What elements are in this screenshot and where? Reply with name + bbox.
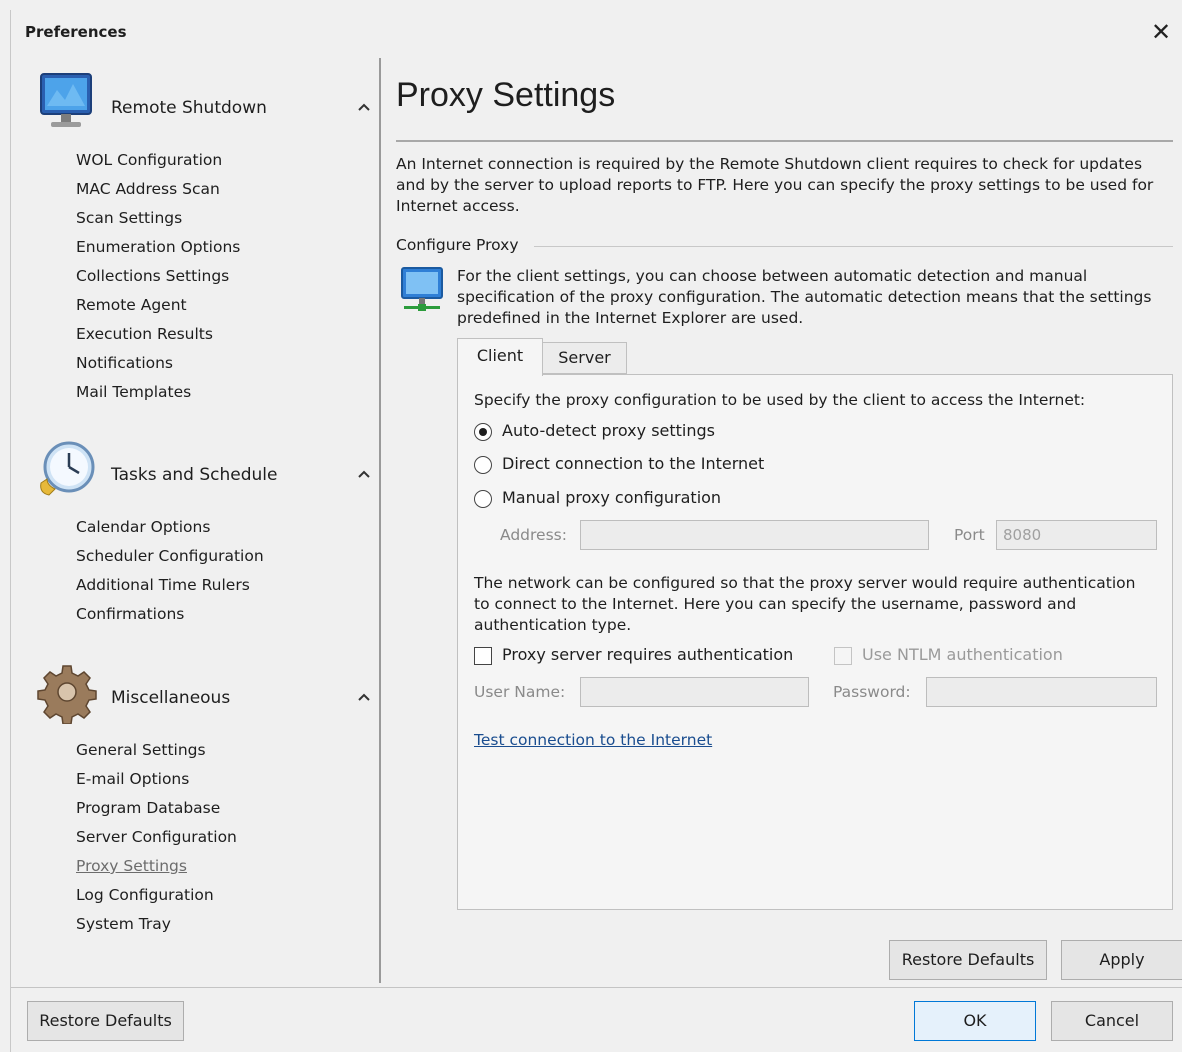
username-label: User Name: — [474, 683, 566, 701]
username-field[interactable] — [580, 677, 809, 707]
chevron-up-icon[interactable] — [357, 100, 371, 114]
main-panel: Proxy Settings An Internet connection is… — [396, 56, 1182, 986]
sidebar-item-e-mail-options[interactable]: E-mail Options — [76, 765, 237, 794]
sidebar-item-notifications[interactable]: Notifications — [76, 349, 240, 378]
sidebar-item-general-settings[interactable]: General Settings — [76, 736, 237, 765]
chevron-up-icon[interactable] — [357, 467, 371, 481]
sidebar-item-additional-time-rulers[interactable]: Additional Time Rulers — [76, 571, 264, 600]
sidebar-item-server-configuration[interactable]: Server Configuration — [76, 823, 237, 852]
radio-label[interactable]: Direct connection to the Internet — [502, 454, 764, 473]
close-icon[interactable]: ✕ — [1147, 18, 1175, 46]
sidebar-item-program-database[interactable]: Program Database — [76, 794, 237, 823]
sidebar-item-execution-results[interactable]: Execution Results — [76, 320, 240, 349]
radio-label[interactable]: Manual proxy configuration — [502, 488, 721, 507]
preferences-window: Preferences ✕ Remote Shutdown WOL Config… — [10, 10, 1182, 1052]
radio-button[interactable] — [474, 490, 492, 508]
group-title: Tasks and Schedule — [111, 465, 278, 485]
section-divider — [534, 246, 1173, 247]
port-field[interactable]: 8080 — [996, 520, 1157, 550]
footer-restore-defaults-button[interactable]: Restore Defaults — [27, 1001, 184, 1041]
tab-server[interactable]: Server — [543, 342, 627, 374]
group-title: Miscellaneous — [111, 688, 231, 708]
monitor-icon — [40, 73, 92, 127]
group-header-miscellaneous[interactable]: Miscellaneous — [35, 660, 371, 730]
address-field[interactable] — [580, 520, 929, 550]
apply-button[interactable]: Apply — [1061, 940, 1182, 980]
sidebar-item-collections-settings[interactable]: Collections Settings — [76, 262, 240, 291]
window-title: Preferences — [25, 23, 127, 41]
group-items: General Settings E-mail Options Program … — [76, 736, 237, 939]
password-field[interactable] — [926, 677, 1157, 707]
sidebar-item-mail-templates[interactable]: Mail Templates — [76, 378, 240, 407]
auth-description: The network can be configured so that th… — [474, 574, 1136, 634]
sidebar-divider[interactable] — [379, 58, 381, 983]
checkbox-label[interactable]: Use NTLM authentication — [862, 645, 1063, 664]
sidebar-item-wol-configuration[interactable]: WOL Configuration — [76, 146, 240, 175]
clock-icon — [40, 441, 95, 496]
panel-intro: Specify the proxy configuration to be us… — [474, 391, 1086, 409]
radio-label[interactable]: Auto-detect proxy settings — [502, 421, 715, 440]
footer-divider — [11, 987, 1182, 988]
password-label: Password: — [833, 683, 911, 701]
group-header-tasks-and-schedule[interactable]: Tasks and Schedule — [35, 437, 371, 507]
restore-defaults-button[interactable]: Restore Defaults — [889, 940, 1047, 980]
group-items: WOL Configuration MAC Address Scan Scan … — [76, 146, 240, 407]
gear-icon — [37, 665, 97, 724]
ok-button[interactable]: OK — [914, 1001, 1036, 1041]
client-tab-panel: Specify the proxy configuration to be us… — [457, 374, 1173, 910]
title-divider — [396, 140, 1173, 142]
sidebar-item-proxy-settings[interactable]: Proxy Settings — [76, 852, 237, 881]
sidebar-item-confirmations[interactable]: Confirmations — [76, 600, 264, 629]
sidebar-item-enumeration-options[interactable]: Enumeration Options — [76, 233, 240, 262]
ntlm-checkbox[interactable] — [834, 647, 852, 665]
chevron-up-icon[interactable] — [357, 690, 371, 704]
port-label: Port — [954, 526, 985, 544]
address-label: Address: — [500, 526, 567, 544]
checkbox-label[interactable]: Proxy server requires authentication — [502, 645, 793, 664]
tab-client[interactable]: Client — [457, 338, 543, 376]
sidebar: Remote Shutdown WOL Configuration MAC Ad… — [21, 56, 379, 986]
title-bar: Preferences ✕ — [11, 10, 1182, 56]
page-description: An Internet connection is required by th… — [396, 155, 1154, 215]
sidebar-item-mac-address-scan[interactable]: MAC Address Scan — [76, 175, 240, 204]
sidebar-item-calendar-options[interactable]: Calendar Options — [76, 513, 264, 542]
sidebar-item-scan-settings[interactable]: Scan Settings — [76, 204, 240, 233]
proxy-auth-checkbox[interactable] — [474, 647, 492, 665]
test-connection-link[interactable]: Test connection to the Internet — [474, 731, 712, 749]
group-header-remote-shutdown[interactable]: Remote Shutdown — [35, 70, 371, 140]
sidebar-item-system-tray[interactable]: System Tray — [76, 910, 237, 939]
cancel-button[interactable]: Cancel — [1051, 1001, 1173, 1041]
sidebar-item-scheduler-configuration[interactable]: Scheduler Configuration — [76, 542, 264, 571]
network-computer-icon — [401, 267, 443, 311]
section-info: For the client settings, you can choose … — [457, 267, 1152, 327]
sidebar-item-log-configuration[interactable]: Log Configuration — [76, 881, 237, 910]
group-items: Calendar Options Scheduler Configuration… — [76, 513, 264, 629]
group-title: Remote Shutdown — [111, 98, 267, 118]
section-title: Configure Proxy — [396, 236, 519, 254]
radio-button[interactable] — [474, 456, 492, 474]
page-title: Proxy Settings — [396, 76, 616, 114]
sidebar-item-remote-agent[interactable]: Remote Agent — [76, 291, 240, 320]
radio-button-checked[interactable] — [474, 423, 492, 441]
